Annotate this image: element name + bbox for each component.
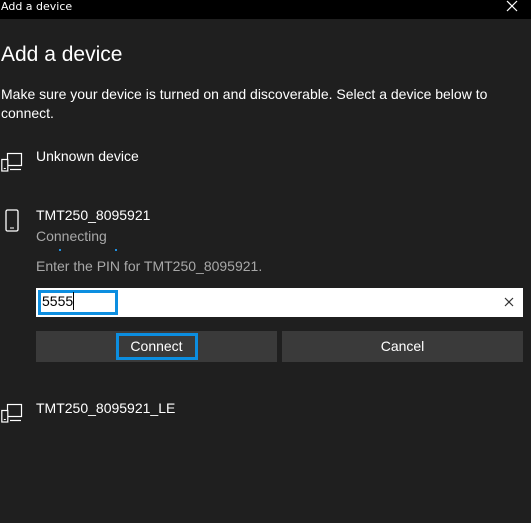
pin-input[interactable]: 5555: [36, 288, 523, 317]
title-bar: Add a device: [0, 0, 531, 19]
computer-device-icon: [1, 152, 23, 172]
page-description: Make sure your device is turned on and d…: [1, 86, 488, 121]
connection-status: Connecting: [36, 228, 107, 244]
computer-device-icon: [1, 403, 23, 423]
clear-icon[interactable]: [504, 297, 514, 307]
phone-device-icon: [5, 209, 19, 232]
close-icon[interactable]: [506, 0, 518, 12]
connect-button[interactable]: Connect: [36, 331, 277, 362]
progress-dot: [59, 249, 61, 251]
device-name: TMT250_8095921: [36, 207, 151, 223]
connect-button-label: Connect: [130, 338, 183, 354]
page-title: Add a device: [1, 43, 123, 66]
add-device-window: Add a device Add a device Make sure your…: [0, 0, 531, 523]
cancel-button[interactable]: Cancel: [282, 331, 523, 362]
window-title: Add a device: [1, 0, 73, 13]
pin-value[interactable]: 5555: [42, 292, 75, 310]
device-name: Unknown device: [36, 148, 139, 164]
pin-prompt: Enter the PIN for TMT250_8095921.: [36, 258, 263, 274]
device-name: TMT250_8095921_LE: [36, 400, 176, 416]
progress-dot: [115, 249, 117, 251]
